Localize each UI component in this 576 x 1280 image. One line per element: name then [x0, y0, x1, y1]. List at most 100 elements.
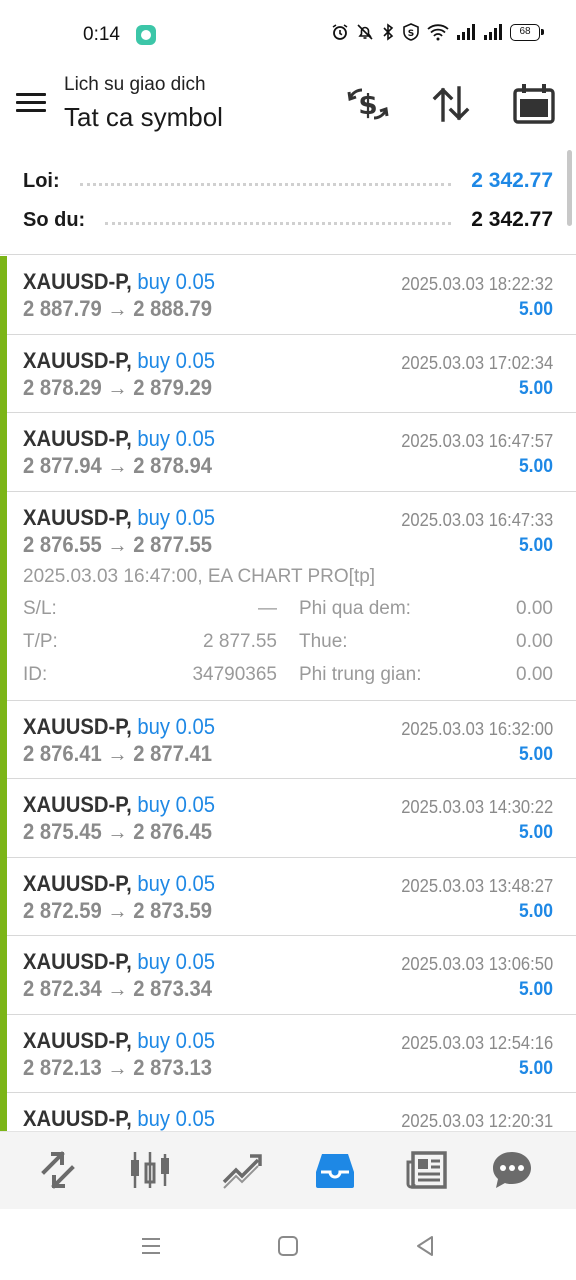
deal-prices: 2 872.59 → 2 873.59: [23, 897, 213, 923]
deal-row[interactable]: XAUUSD-P, buy 0.05 2 872.59 → 2 873.59 2…: [0, 857, 576, 936]
symbol-text: XAUUSD-P,: [23, 870, 132, 896]
app-notification-icon: [136, 25, 156, 45]
back-button[interactable]: [410, 1231, 440, 1261]
buy-indicator-bar: [0, 779, 7, 858]
details-grid: S/L: — Phi qua dem: 0.00 T/P: 2 877.55 T…: [23, 598, 553, 697]
symbol-text: XAUUSD-P,: [23, 504, 132, 530]
tab-news[interactable]: [401, 1144, 453, 1196]
symbol-text: XAUUSD-P,: [23, 1106, 132, 1131]
balance-row: So du: 2 342.77: [23, 205, 553, 235]
tab-chart[interactable]: [124, 1144, 176, 1196]
sl-value: —: [258, 597, 277, 619]
deal-profit: 5.00: [518, 900, 553, 922]
header-title[interactable]: Tat ca symbol: [64, 102, 223, 133]
sort-button[interactable]: [429, 82, 473, 126]
sort-arrows-icon: [432, 86, 470, 122]
deal-symbol: XAUUSD-P, buy 0.05: [23, 792, 215, 818]
deal-side: buy 0.05: [137, 269, 216, 294]
header-titles: Lich su giao dich Tat ca symbol: [64, 74, 223, 133]
deal-profit: 5.00: [518, 377, 553, 399]
recent-apps-button[interactable]: [136, 1231, 166, 1261]
swap-label: Phi qua dem:: [299, 597, 411, 619]
deal-side: buy 0.05: [137, 1027, 216, 1053]
wifi-icon: [427, 24, 449, 41]
dotted-leader: [79, 182, 452, 186]
tab-quotes[interactable]: [32, 1144, 84, 1196]
deal-prices: 2 878.29 → 2 879.29: [23, 374, 213, 400]
status-time: 0:14: [83, 24, 120, 45]
deal-profit: 5.00: [518, 822, 553, 843]
deal-profit: 5.00: [518, 534, 553, 556]
vpn-shield-icon: S: [403, 23, 419, 41]
calendar-icon: [513, 84, 555, 124]
calendar-button[interactable]: [512, 82, 556, 126]
account-summary: Loi: 2 342.77 So du: 2 342.77: [0, 160, 576, 255]
commission-label: Phi trung gian:: [299, 663, 422, 685]
deal-profit: 5.00: [518, 299, 553, 320]
deal-row[interactable]: XAUUSD-P, buy 0.05 2 872.13 → 2 873.13 2…: [0, 1014, 576, 1093]
deal-time: 2025.03.03 12:54:16: [401, 1032, 553, 1053]
deal-details: 2025.03.03 16:47:00, EA CHART PRO[tp] S/…: [23, 566, 553, 697]
tax-value: 0.00: [516, 630, 553, 652]
deal-side: buy 0.05: [137, 949, 216, 974]
deal-symbol: XAUUSD-P, buy 0.05: [23, 348, 215, 374]
svg-text:$: $: [358, 88, 377, 121]
profit-row: Loi: 2 342.77: [23, 166, 553, 196]
battery-icon: 68: [510, 23, 544, 41]
bottom-tab-bar: [0, 1131, 576, 1209]
system-nav-bar: [0, 1209, 576, 1280]
scrollbar[interactable]: [567, 150, 572, 226]
deal-row[interactable]: XAUUSD-P, buy 0.05 2 887.79 → 2 888.79 2…: [0, 256, 576, 335]
dotted-leader: [105, 221, 452, 225]
deal-profit: 5.00: [518, 1057, 553, 1079]
deal-side: buy 0.05: [137, 504, 216, 530]
deal-row-expanded[interactable]: XAUUSD-P, buy 0.05 2 876.55 → 2 877.55 2…: [0, 491, 576, 701]
deals-list: XAUUSD-P, buy 0.05 2 887.79 → 2 888.79 2…: [0, 256, 576, 1131]
buy-indicator-bar: [0, 413, 7, 492]
deal-row[interactable]: XAUUSD-P, buy 0.05 2025.03.03 12:20:31: [0, 1093, 576, 1131]
chart-icon: [131, 1152, 169, 1188]
deal-prices: 2 876.41 → 2 877.41: [23, 740, 213, 766]
buy-indicator-bar: [0, 700, 7, 779]
deal-time: 2025.03.03 13:06:50: [401, 954, 553, 974]
tax-label: Thue:: [299, 630, 348, 652]
deal-time: 2025.03.03 16:47:33: [401, 509, 553, 530]
status-icons: S 68: [331, 23, 544, 41]
deal-time: 2025.03.03 18:22:32: [401, 274, 553, 294]
open-time-comment: 2025.03.03 16:47:00, EA CHART PRO[tp]: [23, 565, 376, 587]
symbol-text: XAUUSD-P,: [23, 949, 132, 974]
deal-row[interactable]: XAUUSD-P, buy 0.05 2 877.94 → 2 878.94 2…: [0, 413, 576, 492]
buy-indicator-bar: [0, 256, 7, 335]
deal-profit: 5.00: [518, 743, 553, 765]
deal-side: buy 0.05: [137, 713, 216, 739]
symbol-text: XAUUSD-P,: [23, 269, 132, 294]
balance-value: 2 342.77: [471, 208, 553, 231]
tab-chat[interactable]: [486, 1144, 538, 1196]
deal-prices: 2 877.94 → 2 878.94: [23, 453, 213, 478]
deal-symbol: XAUUSD-P, buy 0.05: [23, 426, 215, 452]
history-icon: [316, 1154, 354, 1188]
signal-icon-2: [484, 24, 502, 40]
tab-history[interactable]: [309, 1144, 361, 1196]
deal-row[interactable]: XAUUSD-P, buy 0.05 2 876.41 → 2 877.41 2…: [0, 700, 576, 779]
deal-time: 2025.03.03 17:02:34: [401, 352, 553, 373]
deal-prices: 2 872.13 → 2 873.13: [23, 1054, 213, 1080]
deal-row[interactable]: XAUUSD-P, buy 0.05 2 878.29 → 2 879.29 2…: [0, 334, 576, 413]
buy-indicator-bar: [0, 334, 7, 413]
deal-time: 2025.03.03 12:20:31: [401, 1111, 553, 1131]
tab-trade[interactable]: [216, 1144, 268, 1196]
deal-row[interactable]: XAUUSD-P, buy 0.05 2 875.45 → 2 876.45 2…: [0, 779, 576, 858]
balance-label: So du:: [23, 208, 86, 231]
menu-button[interactable]: [16, 90, 48, 114]
symbol-text: XAUUSD-P,: [23, 713, 132, 739]
square-icon: [278, 1236, 298, 1256]
deposit-withdraw-button[interactable]: $: [346, 82, 390, 126]
trade-icon: [222, 1154, 262, 1189]
deal-time: 2025.03.03 13:48:27: [401, 875, 553, 896]
home-button[interactable]: [273, 1231, 303, 1261]
deal-row[interactable]: XAUUSD-P, buy 0.05 2 872.34 → 2 873.34 2…: [0, 936, 576, 1015]
swap-value: 0.00: [516, 597, 553, 619]
id-value: 34790365: [192, 663, 277, 685]
deal-side: buy 0.05: [137, 792, 216, 817]
status-bar: 0:14 S 68: [0, 0, 576, 70]
